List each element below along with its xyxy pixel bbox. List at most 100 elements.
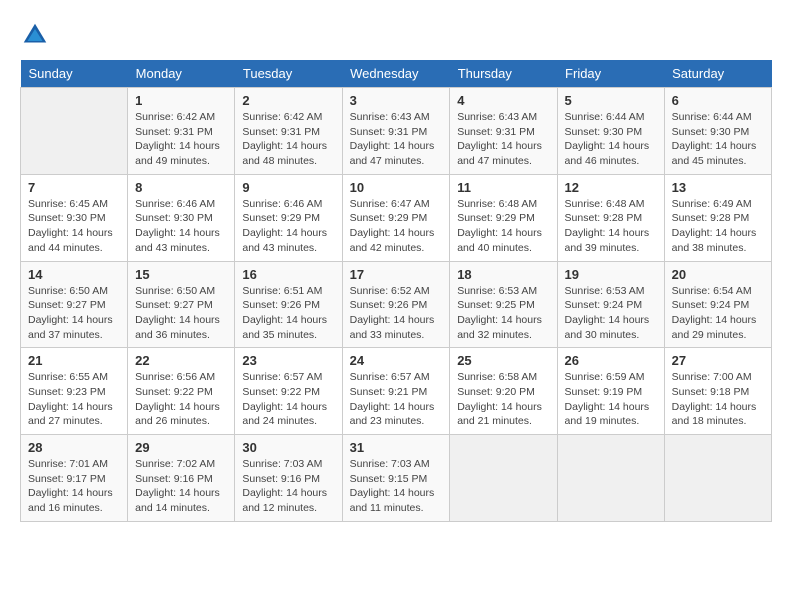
day-info: Sunrise: 6:48 AMSunset: 9:29 PMDaylight:… [457, 197, 549, 256]
calendar-week-3: 14 Sunrise: 6:50 AMSunset: 9:27 PMDayligh… [21, 261, 772, 348]
day-number: 27 [672, 353, 764, 368]
day-info: Sunrise: 6:45 AMSunset: 9:30 PMDaylight:… [28, 197, 120, 256]
day-info: Sunrise: 6:47 AMSunset: 9:29 PMDaylight:… [350, 197, 443, 256]
calendar-cell: 22 Sunrise: 6:56 AMSunset: 9:22 PMDayligh… [128, 348, 235, 435]
calendar-cell: 2 Sunrise: 6:42 AMSunset: 9:31 PMDaylight… [235, 88, 342, 175]
day-info: Sunrise: 7:03 AMSunset: 9:15 PMDaylight:… [350, 457, 443, 516]
day-info: Sunrise: 6:54 AMSunset: 9:24 PMDaylight:… [672, 284, 764, 343]
day-info: Sunrise: 6:56 AMSunset: 9:22 PMDaylight:… [135, 370, 227, 429]
calendar-cell: 13 Sunrise: 6:49 AMSunset: 9:28 PMDayligh… [664, 174, 771, 261]
day-number: 15 [135, 267, 227, 282]
day-info: Sunrise: 6:46 AMSunset: 9:30 PMDaylight:… [135, 197, 227, 256]
calendar-cell: 23 Sunrise: 6:57 AMSunset: 9:22 PMDayligh… [235, 348, 342, 435]
day-info: Sunrise: 6:44 AMSunset: 9:30 PMDaylight:… [565, 110, 657, 169]
day-info: Sunrise: 6:58 AMSunset: 9:20 PMDaylight:… [457, 370, 549, 429]
day-number: 16 [242, 267, 334, 282]
weekday-header-thursday: Thursday [450, 60, 557, 88]
calendar-table: SundayMondayTuesdayWednesdayThursdayFrid… [20, 60, 772, 522]
day-number: 31 [350, 440, 443, 455]
day-info: Sunrise: 6:42 AMSunset: 9:31 PMDaylight:… [242, 110, 334, 169]
weekday-header-wednesday: Wednesday [342, 60, 450, 88]
day-number: 3 [350, 93, 443, 108]
calendar-cell: 19Sunrise: 6:53 AMSunset: 9:24 PMDayligh… [557, 261, 664, 348]
calendar-cell [21, 88, 128, 175]
day-info: Sunrise: 6:52 AMSunset: 9:26 PMDaylight:… [350, 284, 443, 343]
weekday-header-saturday: Saturday [664, 60, 771, 88]
day-number: 18 [457, 267, 549, 282]
logo-icon [20, 20, 50, 50]
day-info: Sunrise: 6:42 AMSunset: 9:31 PMDaylight:… [135, 110, 227, 169]
calendar-cell: 28 Sunrise: 7:01 AMSunset: 9:17 PMDayligh… [21, 435, 128, 522]
day-info: Sunrise: 7:01 AMSunset: 9:17 PMDaylight:… [28, 457, 120, 516]
calendar-cell: 18Sunrise: 6:53 AMSunset: 9:25 PMDayligh… [450, 261, 557, 348]
day-number: 29 [135, 440, 227, 455]
logo [20, 20, 54, 50]
day-number: 1 [135, 93, 227, 108]
day-number: 11 [457, 180, 549, 195]
calendar-cell: 14 Sunrise: 6:50 AMSunset: 9:27 PMDayligh… [21, 261, 128, 348]
calendar-week-4: 21 Sunrise: 6:55 AMSunset: 9:23 PMDayligh… [21, 348, 772, 435]
day-number: 13 [672, 180, 764, 195]
day-info: Sunrise: 6:43 AMSunset: 9:31 PMDaylight:… [350, 110, 443, 169]
page-header [20, 20, 772, 50]
calendar-cell: 9Sunrise: 6:46 AMSunset: 9:29 PMDaylight… [235, 174, 342, 261]
calendar-cell: 29 Sunrise: 7:02 AMSunset: 9:16 PMDayligh… [128, 435, 235, 522]
day-info: Sunrise: 6:55 AMSunset: 9:23 PMDaylight:… [28, 370, 120, 429]
calendar-cell: 17 Sunrise: 6:52 AMSunset: 9:26 PMDayligh… [342, 261, 450, 348]
day-number: 6 [672, 93, 764, 108]
day-info: Sunrise: 6:43 AMSunset: 9:31 PMDaylight:… [457, 110, 549, 169]
calendar-cell: 25 Sunrise: 6:58 AMSunset: 9:20 PMDayligh… [450, 348, 557, 435]
day-number: 25 [457, 353, 549, 368]
day-number: 14 [28, 267, 120, 282]
calendar-cell: 16 Sunrise: 6:51 AMSunset: 9:26 PMDayligh… [235, 261, 342, 348]
day-number: 10 [350, 180, 443, 195]
day-info: Sunrise: 6:59 AMSunset: 9:19 PMDaylight:… [565, 370, 657, 429]
day-number: 2 [242, 93, 334, 108]
calendar-cell: 3 Sunrise: 6:43 AMSunset: 9:31 PMDaylight… [342, 88, 450, 175]
calendar-week-2: 7 Sunrise: 6:45 AMSunset: 9:30 PMDaylight… [21, 174, 772, 261]
calendar-cell: 15Sunrise: 6:50 AMSunset: 9:27 PMDayligh… [128, 261, 235, 348]
calendar-cell: 1 Sunrise: 6:42 AMSunset: 9:31 PMDaylight… [128, 88, 235, 175]
day-number: 23 [242, 353, 334, 368]
calendar-cell: 20Sunrise: 6:54 AMSunset: 9:24 PMDayligh… [664, 261, 771, 348]
day-info: Sunrise: 6:48 AMSunset: 9:28 PMDaylight:… [565, 197, 657, 256]
day-number: 7 [28, 180, 120, 195]
day-number: 22 [135, 353, 227, 368]
weekday-header-tuesday: Tuesday [235, 60, 342, 88]
day-number: 26 [565, 353, 657, 368]
weekday-header-monday: Monday [128, 60, 235, 88]
calendar-cell: 21 Sunrise: 6:55 AMSunset: 9:23 PMDayligh… [21, 348, 128, 435]
calendar-cell: 4 Sunrise: 6:43 AMSunset: 9:31 PMDaylight… [450, 88, 557, 175]
calendar-cell: 26 Sunrise: 6:59 AMSunset: 9:19 PMDayligh… [557, 348, 664, 435]
day-info: Sunrise: 6:50 AMSunset: 9:27 PMDaylight:… [28, 284, 120, 343]
calendar-cell: 24Sunrise: 6:57 AMSunset: 9:21 PMDayligh… [342, 348, 450, 435]
calendar-cell: 7 Sunrise: 6:45 AMSunset: 9:30 PMDaylight… [21, 174, 128, 261]
day-info: Sunrise: 6:46 AMSunset: 9:29 PMDaylight:… [242, 197, 334, 256]
day-info: Sunrise: 7:03 AMSunset: 9:16 PMDaylight:… [242, 457, 334, 516]
calendar-cell: 30Sunrise: 7:03 AMSunset: 9:16 PMDayligh… [235, 435, 342, 522]
day-number: 19 [565, 267, 657, 282]
day-info: Sunrise: 6:57 AMSunset: 9:22 PMDaylight:… [242, 370, 334, 429]
calendar-cell: 31 Sunrise: 7:03 AMSunset: 9:15 PMDayligh… [342, 435, 450, 522]
calendar-cell: 5Sunrise: 6:44 AMSunset: 9:30 PMDaylight… [557, 88, 664, 175]
day-number: 28 [28, 440, 120, 455]
calendar-cell: 27Sunrise: 7:00 AMSunset: 9:18 PMDayligh… [664, 348, 771, 435]
calendar-cell: 11 Sunrise: 6:48 AMSunset: 9:29 PMDayligh… [450, 174, 557, 261]
calendar-week-1: 1 Sunrise: 6:42 AMSunset: 9:31 PMDaylight… [21, 88, 772, 175]
day-info: Sunrise: 6:49 AMSunset: 9:28 PMDaylight:… [672, 197, 764, 256]
calendar-cell [664, 435, 771, 522]
day-number: 8 [135, 180, 227, 195]
day-number: 21 [28, 353, 120, 368]
calendar-cell [557, 435, 664, 522]
calendar-body: 1 Sunrise: 6:42 AMSunset: 9:31 PMDaylight… [21, 88, 772, 522]
day-info: Sunrise: 7:02 AMSunset: 9:16 PMDaylight:… [135, 457, 227, 516]
weekday-header-friday: Friday [557, 60, 664, 88]
calendar-cell: 6Sunrise: 6:44 AMSunset: 9:30 PMDaylight… [664, 88, 771, 175]
calendar-cell: 12Sunrise: 6:48 AMSunset: 9:28 PMDayligh… [557, 174, 664, 261]
day-number: 17 [350, 267, 443, 282]
calendar-cell [450, 435, 557, 522]
calendar-week-5: 28 Sunrise: 7:01 AMSunset: 9:17 PMDayligh… [21, 435, 772, 522]
day-number: 4 [457, 93, 549, 108]
day-info: Sunrise: 6:51 AMSunset: 9:26 PMDaylight:… [242, 284, 334, 343]
calendar-cell: 10 Sunrise: 6:47 AMSunset: 9:29 PMDayligh… [342, 174, 450, 261]
